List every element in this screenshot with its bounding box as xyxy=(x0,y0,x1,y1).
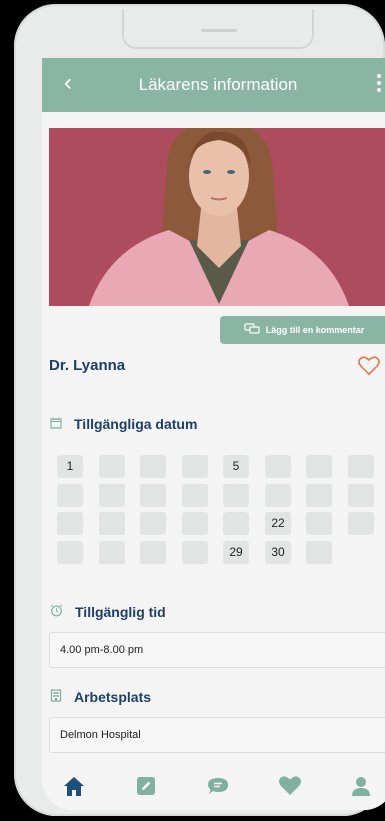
top-bar: ‹ Läkarens information xyxy=(42,58,385,112)
home-icon[interactable] xyxy=(62,775,86,797)
workplace-value: Delmon Hospital xyxy=(49,717,385,753)
calendar-day-cell[interactable] xyxy=(99,541,125,564)
calendar-day-cell[interactable] xyxy=(182,484,208,507)
doctor-photo xyxy=(49,128,385,306)
profile-icon[interactable] xyxy=(350,775,374,797)
phone-notch xyxy=(122,9,314,49)
calendar-icon xyxy=(50,416,62,432)
calendar-day-cell[interactable] xyxy=(223,484,249,507)
calendar-day-cell[interactable] xyxy=(182,512,208,535)
available-time-label: Tillgänglig tid xyxy=(75,604,166,620)
calendar-day-cell[interactable] xyxy=(99,484,125,507)
calendar-day-cell[interactable] xyxy=(99,455,125,478)
app-screen: ‹ Läkarens information Lägg till en komm… xyxy=(42,58,385,810)
calendar-day-cell[interactable]: 30 xyxy=(265,541,291,564)
calendar-day-cell[interactable] xyxy=(140,512,166,535)
calendar-day-cell[interactable] xyxy=(57,484,83,507)
calendar-day-cell[interactable]: 29 xyxy=(223,541,249,564)
calendar-day-cell[interactable] xyxy=(306,455,332,478)
alarm-clock-icon xyxy=(50,604,63,620)
building-icon xyxy=(50,689,62,705)
calendar-day-cell[interactable] xyxy=(265,484,291,507)
calendar-day-cell[interactable] xyxy=(140,455,166,478)
more-menu-icon[interactable] xyxy=(374,74,384,96)
calendar-day-cell[interactable] xyxy=(57,541,83,564)
calendar-day-cell[interactable] xyxy=(182,541,208,564)
calendar-day-cell[interactable] xyxy=(140,541,166,564)
calendar-day-cell[interactable]: 1 xyxy=(57,455,83,478)
calendar-day-cell[interactable] xyxy=(306,541,332,564)
available-time-heading: Tillgänglig tid xyxy=(50,604,166,620)
calendar-day-cell[interactable] xyxy=(265,455,291,478)
add-comment-label: Lägg till en kommentar xyxy=(265,325,365,335)
calendar-day-cell[interactable] xyxy=(306,512,332,535)
calendar-day-cell[interactable]: 5 xyxy=(223,455,249,478)
bottom-nav xyxy=(42,758,385,810)
dates-calendar: 1 5 22 29 30 xyxy=(57,455,377,567)
workplace-label: Arbetsplats xyxy=(74,689,152,705)
calendar-day-cell[interactable] xyxy=(99,512,125,535)
calendar-day-cell[interactable] xyxy=(57,512,83,535)
edit-icon[interactable] xyxy=(135,775,159,797)
calendar-day-cell[interactable] xyxy=(348,455,374,478)
available-time-value: 4.00 pm-8.00 pm xyxy=(49,632,385,668)
add-comment-button[interactable]: Lägg till en kommentar xyxy=(220,316,385,344)
available-dates-label: Tillgängliga datum xyxy=(74,416,198,432)
phone-frame: ‹ Läkarens information Lägg till en komm… xyxy=(14,4,385,816)
calendar-day-cell[interactable] xyxy=(348,484,374,507)
heart-icon[interactable] xyxy=(278,775,302,797)
page-title: Läkarens information xyxy=(138,75,298,94)
calendar-day-cell[interactable] xyxy=(348,512,374,535)
calendar-day-cell[interactable] xyxy=(182,455,208,478)
workplace-heading: Arbetsplats xyxy=(50,689,151,705)
comment-icon xyxy=(244,323,260,337)
calendar-day-cell[interactable]: 22 xyxy=(265,512,291,535)
favorite-heart-icon[interactable] xyxy=(358,356,382,378)
calendar-day-cell[interactable] xyxy=(140,484,166,507)
chat-icon[interactable] xyxy=(206,775,230,797)
calendar-day-cell[interactable] xyxy=(223,512,249,535)
available-dates-heading: Tillgängliga datum xyxy=(50,416,197,432)
doctor-name: Dr. Lyanna xyxy=(49,357,126,374)
calendar-day-cell[interactable] xyxy=(306,484,332,507)
